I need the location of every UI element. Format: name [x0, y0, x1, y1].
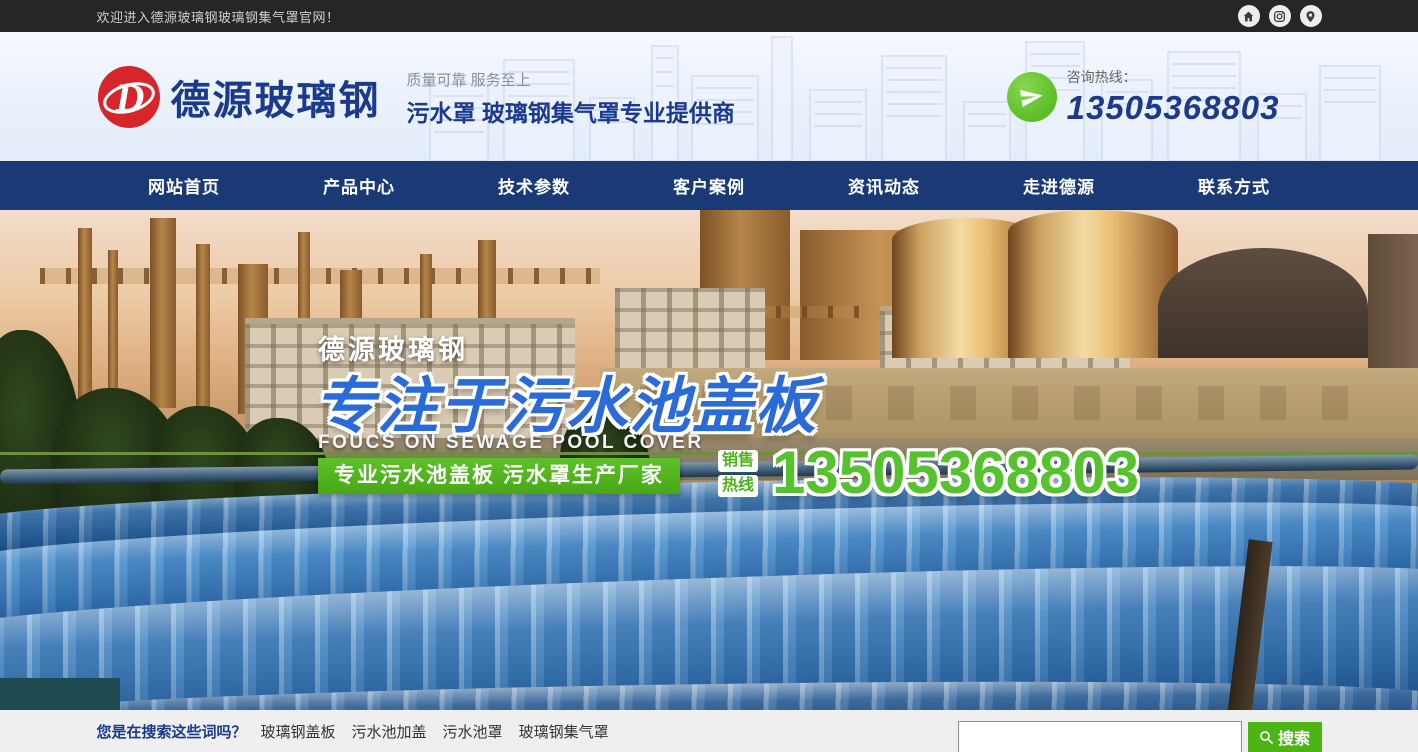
welcome-text: 欢迎进入德源玻璃钢玻璃钢集气罩官网！	[97, 7, 340, 26]
refinery-tower	[150, 218, 176, 408]
sales-hotline-badge: 销售 热线	[718, 450, 758, 497]
keyword-link-2[interactable]: 污水池加盖	[352, 721, 427, 742]
search-prompt: 您是在搜索这些词吗？	[97, 721, 247, 742]
dark-dome-tank	[1158, 248, 1368, 358]
nav-item-cases[interactable]: 客户案例	[622, 161, 797, 210]
company-name: 德源玻璃钢	[171, 68, 381, 126]
hero-sales-phone: 13505368803	[772, 438, 1139, 507]
camera-icon[interactable]	[1269, 5, 1291, 27]
search-button-label: 搜索	[1278, 725, 1310, 749]
home-icon[interactable]	[1238, 5, 1260, 27]
site-header: D 德源玻璃钢 质量可靠 服务至上 污水罩 玻璃钢集气罩专业提供商 咨询热线： …	[0, 32, 1418, 161]
nav-item-products[interactable]: 产品中心	[272, 161, 447, 210]
hero-subheadline-en: FOUCS ON SEWAGE POOL COVER	[318, 432, 704, 454]
dark-structure	[0, 678, 120, 710]
green-railing	[0, 452, 1418, 455]
nav-item-specs[interactable]: 技术参数	[447, 161, 622, 210]
hero-green-banner: 专业污水池盖板 污水罩生产厂家	[318, 458, 680, 494]
topbar: 欢迎进入德源玻璃钢玻璃钢集气罩官网！	[0, 0, 1418, 32]
storage-tank	[1008, 210, 1178, 358]
refinery-tower	[196, 244, 210, 414]
logo-mark-icon: D	[97, 65, 161, 129]
slogan-main: 污水罩 玻璃钢集气罩专业提供商	[407, 94, 735, 128]
sales-label-line2: 热线	[718, 475, 758, 497]
paper-plane-icon	[1007, 72, 1057, 122]
nav-item-news[interactable]: 资讯动态	[797, 161, 972, 210]
logo[interactable]: D 德源玻璃钢	[97, 65, 381, 129]
hot-keywords: 玻璃钢盖板 污水池加盖 污水池罩 玻璃钢集气罩	[261, 721, 609, 742]
location-icon[interactable]	[1300, 5, 1322, 27]
refinery-tower	[108, 250, 118, 410]
keyword-link-4[interactable]: 玻璃钢集气罩	[519, 721, 609, 742]
magnifier-icon	[1259, 730, 1274, 745]
sales-label-line1: 销售	[718, 450, 758, 472]
nav-item-home[interactable]: 网站首页	[97, 161, 272, 210]
main-nav: 网站首页 产品中心 技术参数 客户案例 资讯动态 走进德源 联系方式	[0, 161, 1418, 210]
slogan-small: 质量可靠 服务至上	[407, 69, 735, 90]
hotline-label: 咨询热线：	[1067, 67, 1280, 87]
search-button[interactable]: 搜索	[1248, 722, 1322, 752]
keyword-link-1[interactable]: 玻璃钢盖板	[261, 721, 336, 742]
search-strip: 您是在搜索这些词吗？ 玻璃钢盖板 污水池加盖 污水池罩 玻璃钢集气罩 搜索	[0, 710, 1418, 752]
search-box: 搜索	[958, 710, 1322, 752]
hotline-number: 13505368803	[1067, 89, 1280, 127]
refinery-tower	[78, 228, 92, 408]
far-right-building	[1368, 234, 1418, 374]
page: 欢迎进入德源玻璃钢玻璃钢集气罩官网！	[0, 0, 1418, 752]
topbar-social-icons	[1238, 5, 1322, 27]
hero-banner: 德源玻璃钢 专注于污水池盖板 FOUCS ON SEWAGE POOL COVE…	[0, 210, 1418, 710]
header-hotline: 咨询热线： 13505368803	[1007, 67, 1280, 127]
keyword-link-3[interactable]: 污水池罩	[443, 721, 503, 742]
search-input[interactable]	[958, 721, 1242, 752]
nav-item-contact[interactable]: 联系方式	[1147, 161, 1322, 210]
refinery-truss	[40, 268, 600, 284]
nav-item-about[interactable]: 走进德源	[972, 161, 1147, 210]
header-slogan: 质量可靠 服务至上 污水罩 玻璃钢集气罩专业提供商	[407, 65, 735, 128]
